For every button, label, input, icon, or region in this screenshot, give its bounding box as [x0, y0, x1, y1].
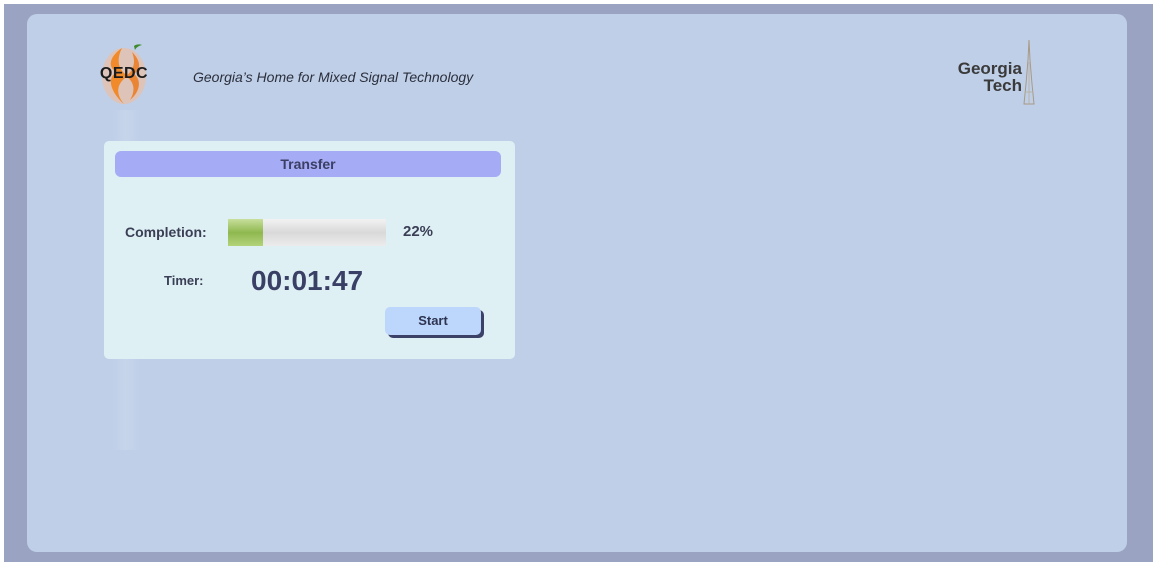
- georgia-tech-logo: Georgia Tech: [934, 40, 1040, 106]
- start-button[interactable]: Start: [385, 307, 481, 335]
- transfer-panel: Transfer Completion: 22% Timer: 00:01:47…: [104, 141, 515, 359]
- completion-progress-bar: [228, 219, 386, 246]
- tower-icon: [1023, 40, 1035, 105]
- georgia-tech-logo-line2: Tech: [983, 76, 1022, 95]
- qedc-logo-text: QEDC: [99, 65, 149, 82]
- tagline: Georgia’s Home for Mixed Signal Technolo…: [193, 69, 474, 85]
- timer-label: Timer:: [164, 273, 204, 288]
- completion-percent: 22%: [403, 223, 434, 240]
- progress-fill: [228, 219, 263, 246]
- timer-value: 00:01:47: [251, 265, 364, 296]
- panel-title: Transfer: [115, 151, 501, 177]
- georgia-tech-logo-line1: Georgia: [957, 59, 1022, 78]
- qedc-logo: QEDC: [84, 42, 168, 108]
- completion-label: Completion:: [125, 224, 207, 240]
